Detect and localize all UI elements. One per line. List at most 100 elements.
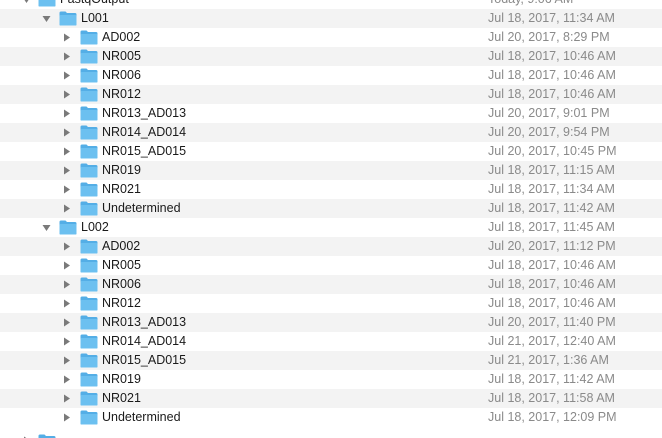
date-modified: Jul 18, 2017, 10:46 AM (488, 68, 616, 82)
item-name: NR013_AD013 (102, 106, 187, 120)
folder-icon (59, 220, 77, 235)
item-name: NR005 (102, 49, 141, 63)
folder-icon (80, 258, 98, 273)
file-row[interactable]: NR012 Jul 18, 2017, 10:46 AM (0, 85, 662, 104)
disclosure-triangle-right-icon[interactable] (62, 109, 71, 118)
folder-icon (80, 144, 98, 159)
disclosure-triangle-right-icon[interactable] (62, 185, 71, 194)
disclosure-triangle-right-icon[interactable] (62, 204, 71, 213)
disclosure-triangle-right-icon[interactable] (62, 318, 71, 327)
date-modified: Jul 20, 2017, 10:45 PM (488, 144, 617, 158)
file-row[interactable]: NR014_AD014 Jul 21, 2017, 12:40 AM (0, 332, 662, 351)
item-name: NR019 (102, 372, 141, 386)
file-row[interactable]: NR021 Jul 18, 2017, 11:58 AM (0, 389, 662, 408)
folder-icon (80, 68, 98, 83)
disclosure-triangle-down-icon[interactable] (42, 223, 51, 232)
folder-row[interactable]: L001 Jul 18, 2017, 11:34 AM (0, 9, 662, 28)
disclosure-triangle-right-icon[interactable] (62, 356, 71, 365)
date-modified: Jul 20, 2017, 11:12 PM (488, 239, 616, 253)
disclosure-triangle-right-icon[interactable] (62, 90, 71, 99)
item-name: L002 (81, 220, 109, 234)
folder-icon (80, 125, 98, 140)
disclosure-triangle-right-icon[interactable] (62, 71, 71, 80)
file-row[interactable]: Undetermined Jul 18, 2017, 11:42 AM (0, 199, 662, 218)
disclosure-triangle-right-icon[interactable] (62, 413, 71, 422)
date-modified: Jul 18, 2017, 10:46 AM (488, 87, 616, 101)
file-row[interactable]: NR013_AD013 Jul 20, 2017, 9:01 PM (0, 104, 662, 123)
date-modified: Jul 18, 2017, 11:45 AM (488, 220, 615, 234)
item-name: NR012 (102, 87, 141, 101)
folder-icon (80, 391, 98, 406)
disclosure-triangle-right-icon[interactable] (22, 434, 31, 438)
file-row[interactable]: AD002 Jul 20, 2017, 11:12 PM (0, 237, 662, 256)
folder-row[interactable]: L002 Jul 18, 2017, 11:45 AM (0, 218, 662, 237)
folder-icon (80, 334, 98, 349)
item-name: NR015_AD015 (102, 353, 187, 367)
item-name: FastqOutput (60, 0, 129, 7)
date-modified: Jul 20, 2017, 8:29 PM (488, 30, 610, 44)
file-row[interactable]: AD002 Jul 20, 2017, 8:29 PM (0, 28, 662, 47)
disclosure-triangle-right-icon[interactable] (62, 337, 71, 346)
folder-icon (80, 106, 98, 121)
folder-icon (80, 410, 98, 425)
disclosure-triangle-right-icon[interactable] (62, 242, 71, 251)
file-row[interactable]: NR013_AD013 Jul 20, 2017, 11:40 PM (0, 313, 662, 332)
item-name: NR006 (102, 277, 141, 291)
disclosure-triangle-down-icon[interactable] (42, 14, 51, 23)
date-modified: Jul 21, 2017, 12:40 AM (488, 334, 616, 348)
partially-hidden-row[interactable] (0, 431, 662, 438)
file-row[interactable]: NR021 Jul 18, 2017, 11:34 AM (0, 180, 662, 199)
item-name: NR019 (102, 163, 141, 177)
date-modified: Jul 18, 2017, 11:58 AM (488, 391, 615, 405)
disclosure-triangle-down-icon[interactable] (22, 0, 31, 4)
folder-icon (80, 372, 98, 387)
item-name: NR021 (102, 391, 141, 405)
disclosure-triangle-right-icon[interactable] (62, 375, 71, 384)
folder-icon (80, 353, 98, 368)
disclosure-triangle-right-icon[interactable] (62, 394, 71, 403)
disclosure-triangle-right-icon[interactable] (62, 280, 71, 289)
disclosure-triangle-right-icon[interactable] (62, 128, 71, 137)
item-name: NR014_AD014 (102, 334, 187, 348)
disclosure-triangle-right-icon[interactable] (62, 166, 71, 175)
disclosure-triangle-right-icon[interactable] (62, 52, 71, 61)
disclosure-triangle-right-icon[interactable] (62, 33, 71, 42)
folder-icon (80, 49, 98, 64)
folder-icon (80, 296, 98, 311)
date-modified: Jul 18, 2017, 12:09 PM (488, 410, 617, 424)
file-list: FastqOutput Today, 9:06 AM L001 Jul 18, 201… (0, 0, 662, 427)
folder-icon (38, 434, 56, 438)
disclosure-triangle-right-icon[interactable] (62, 299, 71, 308)
folder-icon (38, 0, 56, 7)
date-modified: Jul 20, 2017, 9:01 PM (488, 106, 610, 120)
date-modified: Jul 21, 2017, 1:36 AM (488, 353, 609, 367)
date-modified: Jul 18, 2017, 11:34 AM (488, 11, 615, 25)
disclosure-triangle-right-icon[interactable] (62, 261, 71, 270)
file-row[interactable]: NR014_AD014 Jul 20, 2017, 9:54 PM (0, 123, 662, 142)
file-row[interactable]: NR019 Jul 18, 2017, 11:15 AM (0, 161, 662, 180)
file-row[interactable]: NR006 Jul 18, 2017, 10:46 AM (0, 275, 662, 294)
item-name: NR012 (102, 296, 141, 310)
file-row[interactable]: NR015_AD015 Jul 21, 2017, 1:36 AM (0, 351, 662, 370)
item-name: NR013_AD013 (102, 315, 187, 329)
item-name: L001 (81, 11, 109, 25)
date-modified: Jul 18, 2017, 10:46 AM (488, 258, 616, 272)
folder-row[interactable]: FastqOutput Today, 9:06 AM (0, 0, 662, 9)
file-row[interactable]: NR005 Jul 18, 2017, 10:46 AM (0, 47, 662, 66)
date-modified: Jul 20, 2017, 9:54 PM (488, 125, 610, 139)
item-name: NR021 (102, 182, 141, 196)
file-row[interactable]: NR006 Jul 18, 2017, 10:46 AM (0, 66, 662, 85)
disclosure-triangle-right-icon[interactable] (62, 147, 71, 156)
file-row[interactable]: Undetermined Jul 18, 2017, 12:09 PM (0, 408, 662, 427)
file-row[interactable]: NR015_AD015 Jul 20, 2017, 10:45 PM (0, 142, 662, 161)
item-name: AD002 (102, 30, 141, 44)
file-row[interactable]: NR012 Jul 18, 2017, 10:46 AM (0, 294, 662, 313)
folder-icon (80, 87, 98, 102)
date-modified: Today, 9:06 AM (488, 0, 573, 7)
folder-icon (59, 11, 77, 26)
file-row[interactable]: NR019 Jul 18, 2017, 11:42 AM (0, 370, 662, 389)
date-modified: Jul 20, 2017, 11:40 PM (488, 315, 616, 329)
folder-icon (80, 315, 98, 330)
folder-icon (80, 163, 98, 178)
file-row[interactable]: NR005 Jul 18, 2017, 10:46 AM (0, 256, 662, 275)
